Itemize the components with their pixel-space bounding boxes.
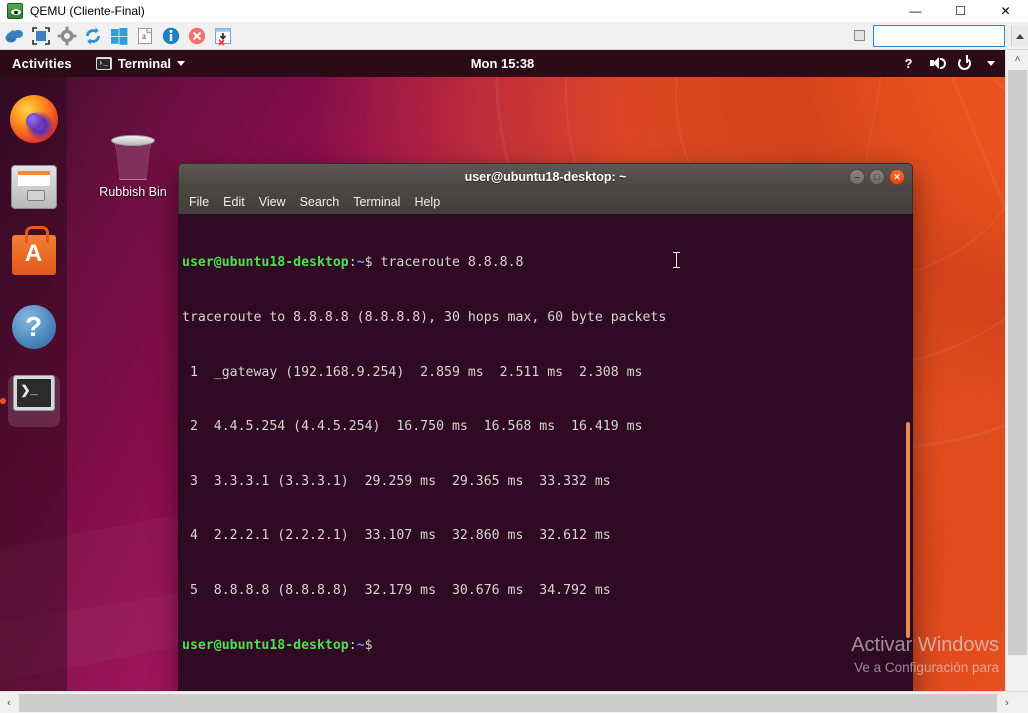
qemu-host-window: QEMU (Cliente-Final) — ☐ ✕ a xyxy=(0,0,1028,713)
toolbar-chevron-up-icon[interactable] xyxy=(1011,25,1028,47)
ubuntu-dock xyxy=(0,77,67,691)
prompt-symbol: $ xyxy=(365,638,373,653)
terminal-window-controls: – □ ✕ xyxy=(849,169,905,185)
traceroute-hop-row: 2 4.4.5.254 (4.4.5.254) 16.750 ms 16.568… xyxy=(182,418,912,436)
terminal-text: user@ubuntu18-desktop:~$ traceroute 8.8.… xyxy=(181,218,912,691)
snapshot-icon[interactable] xyxy=(212,25,234,47)
chevron-down-icon[interactable] xyxy=(987,61,995,66)
refresh-icon[interactable] xyxy=(82,25,104,47)
traceroute-hop-row: 5 8.8.8.8 (8.8.8.8) 32.179 ms 30.676 ms … xyxy=(182,582,912,600)
host-close-button[interactable]: ✕ xyxy=(983,0,1028,22)
host-minimize-button[interactable]: — xyxy=(893,0,938,22)
system-tray[interactable]: ? xyxy=(900,55,995,72)
pause-icon[interactable] xyxy=(4,25,26,47)
scroll-left-icon[interactable]: ‹ xyxy=(0,692,18,714)
ubuntu-software-icon xyxy=(12,235,56,275)
document-icon[interactable]: a xyxy=(134,25,156,47)
menu-edit[interactable]: Edit xyxy=(223,195,245,209)
dock-item-firefox[interactable] xyxy=(8,95,60,147)
close-circle-icon[interactable] xyxy=(186,25,208,47)
dock-item-files[interactable] xyxy=(8,165,60,217)
settings-gear-icon[interactable] xyxy=(56,25,78,47)
windows-logo-icon[interactable] xyxy=(108,25,130,47)
terminal-scrollbar-thumb[interactable] xyxy=(906,422,910,638)
prompt-path: ~ xyxy=(357,638,365,653)
terminal-window[interactable]: user@ubuntu18-desktop: ~ – □ ✕ File Edit… xyxy=(178,163,913,691)
dock-item-help[interactable] xyxy=(8,305,60,357)
vertical-scroll-thumb[interactable] xyxy=(1008,70,1027,655)
host-horizontal-scrollbar[interactable]: ‹ › xyxy=(0,691,1028,713)
host-maximize-button[interactable]: ☐ xyxy=(938,0,983,22)
vm-viewport[interactable]: Activities Terminal Mon 15:38 ? xyxy=(0,50,1005,691)
dock-item-terminal[interactable] xyxy=(8,375,60,427)
terminal-command-line: user@ubuntu18-desktop:~$ traceroute 8.8.… xyxy=(182,254,912,272)
qemu-icon xyxy=(7,3,23,19)
terminal-icon xyxy=(13,375,55,411)
resize-grip[interactable] xyxy=(1016,692,1028,714)
terminal-output-area[interactable]: user@ubuntu18-desktop:~$ traceroute 8.8.… xyxy=(178,214,913,691)
toolbar-square-button[interactable] xyxy=(854,30,865,41)
files-icon xyxy=(11,165,57,209)
prompt-symbol: $ xyxy=(365,255,373,270)
menu-help[interactable]: Help xyxy=(414,195,440,209)
terminal-prompt-line: user@ubuntu18-desktop:~$ xyxy=(182,637,912,655)
prompt-user-host: user@ubuntu18-desktop xyxy=(182,255,349,270)
firefox-icon xyxy=(10,95,58,143)
host-title-bar: QEMU (Cliente-Final) — ☐ ✕ xyxy=(0,0,1028,22)
help-icon xyxy=(12,305,56,349)
menu-terminal[interactable]: Terminal xyxy=(353,195,400,209)
terminal-menu-bar: File Edit View Search Terminal Help xyxy=(178,189,913,214)
ubuntu-top-bar: Activities Terminal Mon 15:38 ? xyxy=(0,50,1005,77)
host-window-title: QEMU (Cliente-Final) xyxy=(30,4,145,18)
host-window-controls: — ☐ ✕ xyxy=(893,0,1028,22)
power-icon[interactable] xyxy=(958,55,975,72)
svg-text:a: a xyxy=(142,31,146,41)
terminal-maximize-button[interactable]: □ xyxy=(869,169,885,185)
menu-search[interactable]: Search xyxy=(300,195,340,209)
terminal-close-button[interactable]: ✕ xyxy=(889,169,905,185)
qemu-toolbar: a xyxy=(0,22,1028,50)
terminal-icon xyxy=(96,57,112,70)
terminal-minimize-button[interactable]: – xyxy=(849,169,865,185)
prompt-path: ~ xyxy=(357,255,365,270)
info-icon[interactable] xyxy=(160,25,182,47)
volume-icon[interactable] xyxy=(929,55,946,72)
prompt-separator: : xyxy=(349,255,357,270)
scroll-right-icon[interactable]: › xyxy=(998,692,1016,714)
prompt-separator: : xyxy=(349,638,357,653)
traceroute-hop-row: 1 _gateway (192.168.9.254) 2.859 ms 2.51… xyxy=(182,364,912,382)
chevron-down-icon xyxy=(177,61,185,66)
traceroute-hop-row: 3 3.3.3.1 (3.3.3.1) 29.259 ms 29.365 ms … xyxy=(182,473,912,491)
activities-button[interactable]: Activities xyxy=(12,56,72,71)
toolbar-text-input[interactable] xyxy=(873,25,1005,47)
desktop-icon-rubbish-bin[interactable]: Rubbish Bin xyxy=(93,133,173,199)
prompt-user-host: user@ubuntu18-desktop xyxy=(182,638,349,653)
terminal-title-bar[interactable]: user@ubuntu18-desktop: ~ – □ ✕ xyxy=(178,163,913,189)
dock-item-ubuntu-software[interactable] xyxy=(8,235,60,287)
terminal-window-title: user@ubuntu18-desktop: ~ xyxy=(465,170,627,184)
menu-view[interactable]: View xyxy=(259,195,286,209)
menu-file[interactable]: File xyxy=(189,195,209,209)
host-vertical-scrollbar[interactable]: ˄ xyxy=(1005,50,1028,691)
traceroute-header: traceroute to 8.8.8.8 (8.8.8.8), 30 hops… xyxy=(182,309,912,327)
keyboard-input-icon[interactable]: ? xyxy=(900,55,917,72)
trash-icon xyxy=(110,133,156,181)
app-menu-label: Terminal xyxy=(118,56,171,71)
fullscreen-icon[interactable] xyxy=(30,25,52,47)
horizontal-scroll-thumb[interactable] xyxy=(19,694,997,712)
app-menu-terminal[interactable]: Terminal xyxy=(96,56,185,71)
terminal-command: traceroute 8.8.8.8 xyxy=(381,255,524,270)
desktop-icon-label: Rubbish Bin xyxy=(93,185,173,199)
scroll-up-icon[interactable]: ˄ xyxy=(1006,50,1028,68)
traceroute-hop-row: 4 2.2.2.1 (2.2.2.1) 33.107 ms 32.860 ms … xyxy=(182,527,912,545)
